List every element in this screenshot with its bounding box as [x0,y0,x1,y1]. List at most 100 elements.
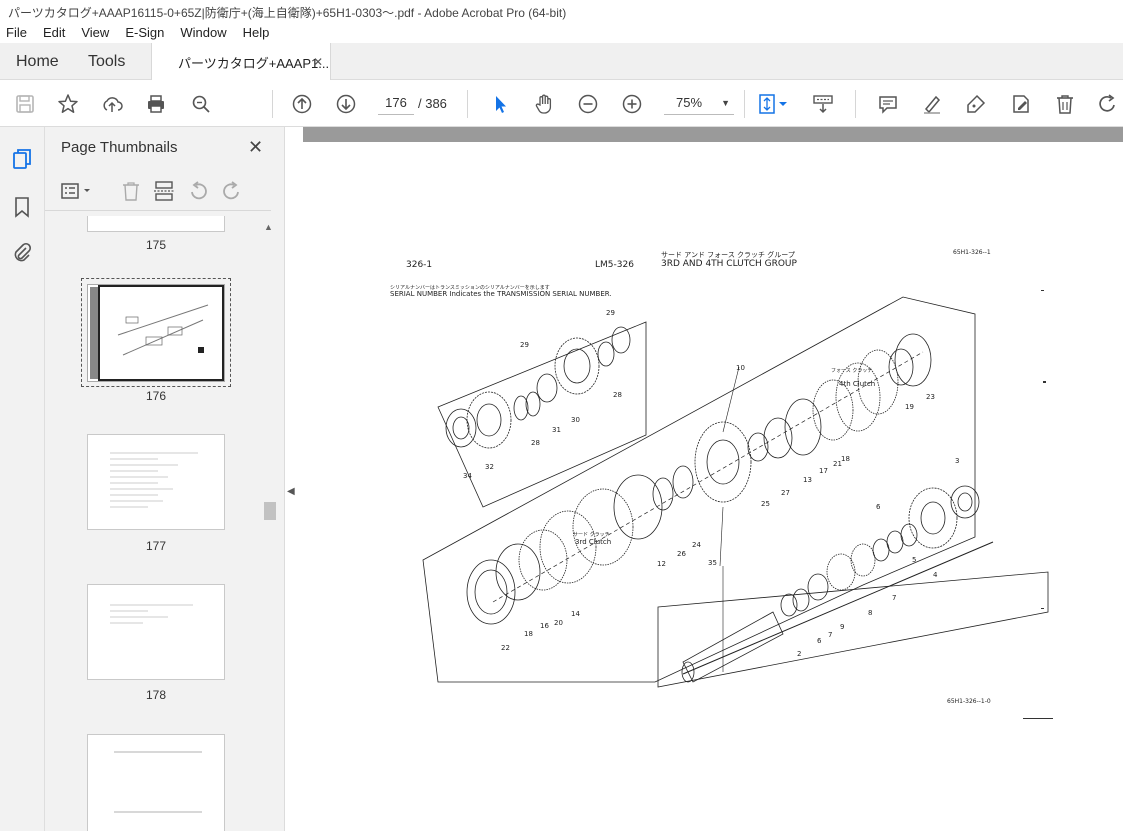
callout-number: 12 [657,560,666,568]
bookmark-star-icon[interactable] [55,91,81,117]
menu-help[interactable]: Help [243,25,270,40]
callout-number: 29 [606,309,615,317]
thumbnail-page-178[interactable] [87,584,225,680]
callout-number: 22 [501,644,510,652]
callout-number: 5 [912,556,917,564]
thumbnail-label: 178 [145,688,167,702]
thumbnail-text-preview [114,751,202,813]
page-up-icon[interactable] [289,91,315,117]
callout-number: 16 [540,622,549,630]
panel-title: Page Thumbnails [61,139,178,156]
rotate-right-icon[interactable] [220,179,244,203]
thumbnail-text-preview [110,452,198,508]
menu-view[interactable]: View [81,25,109,40]
print-icon[interactable] [143,91,169,117]
close-tab-icon[interactable]: ✕ [313,55,323,69]
exploded-parts-diagram [422,290,1053,719]
menu-bar: File Edit View E-Sign Window Help [0,22,1123,43]
callout-number: 10 [736,364,745,372]
callout-number: 2 [797,650,802,658]
left-navigation-rail [0,127,45,831]
toolbar-divider [855,90,856,118]
thumbnail-page-179[interactable] [87,734,225,831]
callout-number: 21 [833,460,842,468]
callout-number: 32 [485,463,494,471]
main-toolbar: 176 / 386 75% ▼ [0,80,1123,127]
thumbnail-label: 177 [145,539,167,553]
attachments-paperclip-icon[interactable] [10,240,34,264]
close-panel-icon[interactable]: ✕ [248,137,263,158]
callout-number: 4 [933,571,938,579]
fill-sign-icon[interactable] [1008,91,1034,117]
page-down-icon[interactable] [333,91,359,117]
save-icon[interactable] [12,91,38,117]
thumbnail-page-175[interactable] [87,216,225,232]
callout-number: 6 [876,503,881,511]
callout-number: 35 [708,559,717,567]
window-title: パーツカタログ+AAAP16115-0+65Z|防衛庁+(海上自衛隊)+65H1… [0,0,1123,22]
bookmarks-icon[interactable] [10,195,34,219]
comment-icon[interactable] [875,91,901,117]
toolbar-divider [744,90,745,118]
delete-trash-icon[interactable] [1052,91,1078,117]
callout-number: 8 [868,609,873,617]
toolbar-divider [272,90,273,118]
callout-number: 31 [552,426,561,434]
zoom-in-icon[interactable] [619,91,645,117]
menu-window[interactable]: Window [180,25,226,40]
menu-file[interactable]: File [6,25,27,40]
zoom-level-select[interactable]: 75% ▼ [664,92,734,115]
zoom-search-icon[interactable] [188,91,214,117]
rotate-left-icon[interactable] [186,179,210,203]
thumbnail-label: 176 [145,389,167,403]
rotate-redo-icon[interactable] [1095,91,1121,117]
callout-number: 30 [571,416,580,424]
tab-tools[interactable]: Tools [88,43,125,80]
document-viewer[interactable]: 326-1 LM5-326 サード アンド フォース クラッチ グループ 3RD… [303,127,1123,831]
draw-sign-icon[interactable] [963,91,989,117]
scrollbar-thumb[interactable] [264,502,276,520]
fit-dropdown-icon[interactable] [776,91,790,117]
callout-number: 26 [677,550,686,558]
callout-number: 9 [840,623,845,631]
callout-number: 18 [524,630,533,638]
zoom-out-icon[interactable] [575,91,601,117]
thumbnail-tools [45,171,271,211]
tab-bar: Home Tools パーツカタログ+AAAP1... ✕ [0,43,1123,81]
callout-number: 28 [531,439,540,447]
callout-number: 7 [892,594,897,602]
thumbnail-options-icon[interactable] [59,179,95,203]
extract-pages-icon[interactable] [152,179,176,203]
collapse-panel-icon[interactable]: ◀ [287,486,295,497]
tab-document[interactable]: パーツカタログ+AAAP1... ✕ [151,43,331,81]
zoom-level-value: 75% [676,95,703,110]
chevron-down-icon: ▼ [721,98,730,108]
thumbnail-page-176[interactable] [87,284,225,382]
page-thumbnails-icon[interactable] [10,147,34,171]
thumbnail-page-177[interactable] [87,434,225,530]
callout-number: 3 [955,457,960,465]
menu-edit[interactable]: Edit [43,25,65,40]
highlight-pen-icon[interactable] [919,91,945,117]
thumbnails-scrollbar[interactable] [262,219,277,831]
callout-number: 14 [571,610,580,618]
callout-number: 25 [761,500,770,508]
thumbnail-text-preview [110,604,193,624]
callout-number: 17 [819,467,828,475]
scrolling-mode-icon[interactable] [810,91,836,117]
callout-number: 20 [554,619,563,627]
thumbnail-viewport-strip [90,287,98,379]
page-number-input[interactable]: 176 [378,92,414,115]
select-cursor-icon[interactable] [487,91,513,117]
callout-number: 23 [926,393,935,401]
callout-number: 7 [828,631,833,639]
tab-home[interactable]: Home [16,43,59,80]
callout-number: 6 [817,637,822,645]
delete-page-icon[interactable] [119,179,143,203]
hand-tool-icon[interactable] [531,91,557,117]
upload-cloud-icon[interactable] [99,91,125,117]
tab-document-label: パーツカタログ+AAAP1... [178,55,330,71]
scroll-up-arrow-icon[interactable]: ▲ [264,222,273,232]
thumbnail-drawing-preview [117,304,209,356]
menu-esign[interactable]: E-Sign [125,25,164,40]
